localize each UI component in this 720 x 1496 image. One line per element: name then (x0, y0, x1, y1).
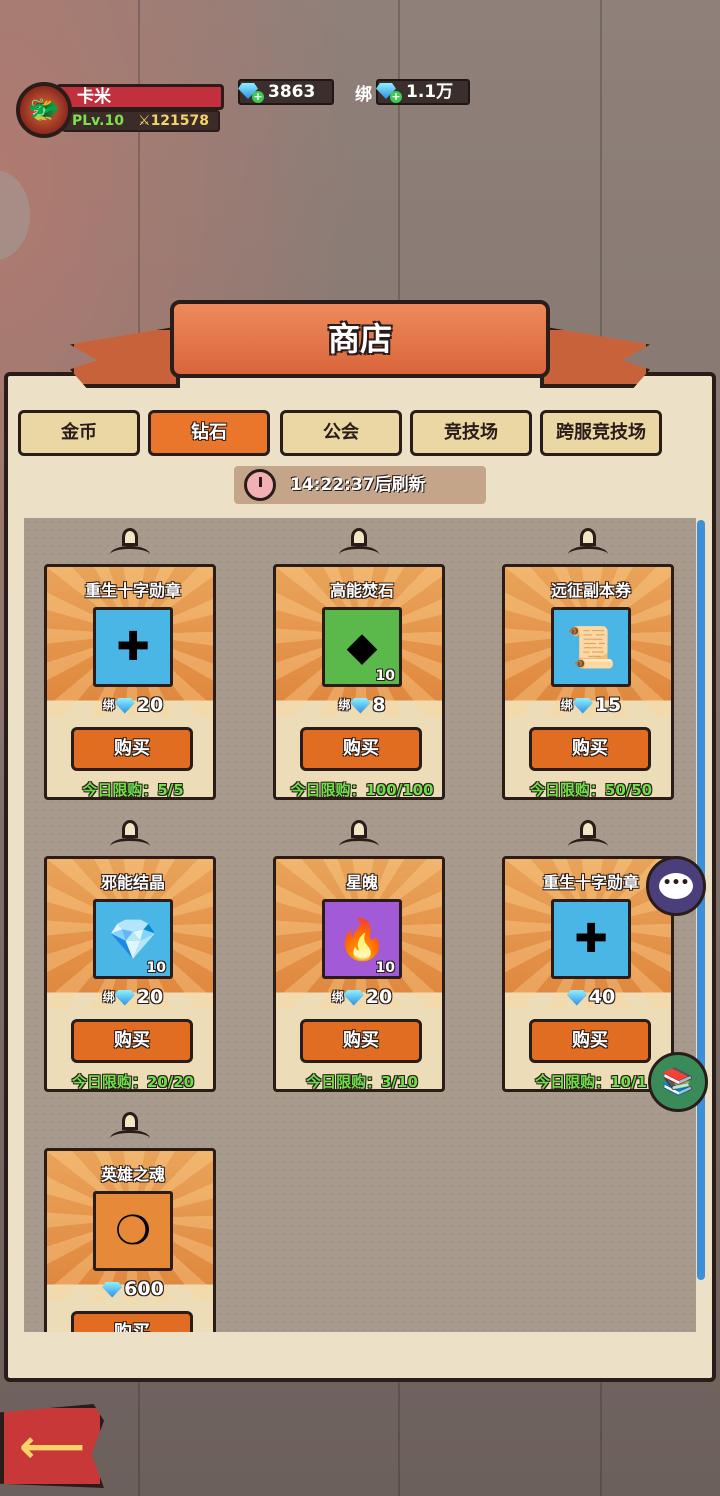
item-quantity: 10 (375, 960, 395, 976)
diamond-icon (115, 990, 135, 1006)
item-board: 星魄 🔥 10 绑 20 购买今日限购：3/10 (273, 856, 445, 1092)
tab-1[interactable]: 钻石 (148, 410, 270, 456)
item-board: 邪能结晶 💎 10 绑 20 购买今日限购：20/20 (44, 856, 216, 1092)
bound-prefix: 绑 (331, 990, 344, 1004)
diamond-amount: 3863 (268, 82, 316, 102)
shop-item-card[interactable]: 重生十字勋章 ✚ 绑 20 购买今日限购：5/5 (44, 528, 216, 806)
item-name: 重生十字勋章 (84, 581, 181, 600)
add-bound-diamond-icon[interactable]: + (390, 91, 402, 103)
chat-icon: ••• (659, 873, 693, 899)
clock-icon (244, 469, 276, 501)
item-board: 远征副本券 📜 绑 15 购买今日限购：50/50 (502, 564, 674, 800)
item-price: 绑 20 (331, 986, 393, 1008)
daily-limit: 今日限购：50/50 (529, 781, 653, 799)
hanger-hook (568, 528, 608, 562)
chat-button[interactable]: ••• (646, 856, 706, 916)
item-price: 绑8 (338, 694, 386, 716)
buy-button[interactable]: 购买 (71, 1311, 193, 1332)
player-level: PLv.10 (72, 113, 124, 129)
diamond-icon (350, 698, 370, 714)
diamond-icon (567, 990, 587, 1006)
shop-item-card[interactable]: 远征副本券 📜 绑 15 购买今日限购：50/50 (502, 528, 674, 806)
item-board: 重生十字勋章 ✚ 绑 20 购买今日限购：5/5 (44, 564, 216, 800)
ticket-icon: 📜 (551, 607, 631, 687)
bound-diamond-counter[interactable]: + 1.1万 (376, 79, 470, 105)
buy-button[interactable]: 购买 (529, 727, 651, 771)
crystal-icon: 💎 10 (93, 899, 173, 979)
bound-label: 绑 (355, 85, 372, 105)
cross-medal-icon: ✚ (93, 607, 173, 687)
diamond-icon (344, 990, 364, 1006)
bound-prefix: 绑 (338, 698, 351, 712)
item-name: 英雄之魂 (100, 1165, 165, 1184)
item-price: 600 (47, 1277, 213, 1301)
hanger-hook (110, 1112, 150, 1146)
daily-limit: 今日限购：5/5 (82, 781, 184, 799)
tab-2[interactable]: 公会 (280, 410, 402, 456)
item-name: 高能焚石 (329, 581, 394, 600)
diamond-icon (102, 1282, 122, 1298)
hero-soul-icon: ❍ (93, 1191, 173, 1271)
item-price: 40 (505, 985, 671, 1009)
item-quantity: 10 (146, 960, 166, 976)
add-diamond-icon[interactable]: + (252, 91, 264, 103)
player-name: 卡米 (56, 84, 224, 110)
back-button[interactable]: ⟵ (0, 1404, 104, 1488)
books-icon: 📚 (661, 1067, 695, 1097)
buy-button[interactable]: 购买 (71, 1019, 193, 1063)
buy-button[interactable]: 购买 (71, 727, 193, 771)
hanger-hook (110, 528, 150, 562)
shop-item-card[interactable]: 邪能结晶 💎 10 绑 20 购买今日限购：20/20 (44, 820, 216, 1098)
tab-3[interactable]: 竞技场 (410, 410, 532, 456)
daily-limit: 今日限购：100/100 (290, 781, 434, 799)
hanger-hook (568, 820, 608, 854)
player-avatar[interactable]: 🐲 (16, 82, 72, 138)
daily-limit: 今日限购：3/10 (306, 1073, 418, 1091)
tab-4[interactable]: 跨服竞技场 (540, 410, 662, 456)
shop-item-card[interactable]: 星魄 🔥 10 绑 20 购买今日限购：3/10 (273, 820, 445, 1098)
buy-button[interactable]: 购买 (300, 727, 422, 771)
item-name: 远征副本券 (550, 581, 631, 600)
diamond-icon (115, 698, 135, 714)
tab-0[interactable]: 金币 (18, 410, 140, 456)
books-button[interactable]: 📚 (648, 1052, 708, 1112)
daily-limit: 今日限购：20/20 (71, 1073, 195, 1091)
bound-prefix: 绑 (102, 990, 115, 1004)
item-name: 星魄 (345, 873, 378, 892)
buy-button[interactable]: 购买 (529, 1019, 651, 1063)
hanger-hook (339, 820, 379, 854)
hanger-hook (339, 528, 379, 562)
cross-medal-icon: ✚ (551, 899, 631, 979)
bound-prefix: 绑 (102, 698, 115, 712)
shop-item-card[interactable]: 英雄之魂 ❍ 600 购买 (44, 1112, 216, 1332)
item-board: 英雄之魂 ❍ 600 购买 (44, 1148, 216, 1332)
star-soul-icon: 🔥 10 (322, 899, 402, 979)
hanger-hook (110, 820, 150, 854)
item-quantity: 10 (375, 668, 395, 684)
player-power: ⚔121578 (138, 113, 210, 129)
refresh-timer: 14:22:37后刷新 (234, 466, 486, 504)
diamond-counter[interactable]: + 3863 (238, 79, 334, 105)
refresh-text: 14:22:37后刷新 (290, 475, 426, 495)
item-price: 绑 15 (560, 694, 622, 716)
item-name: 邪能结晶 (100, 873, 165, 892)
item-grid[interactable]: 重生十字勋章 ✚ 绑 20 购买 今日限购：5/5 高能焚石 ◆ 10 绑 8 购买 今日限购：100/… (24, 518, 696, 1332)
item-board: 高能焚石 ◆ 10 绑 8 购买今日限购：100/100 (273, 564, 445, 800)
diamond-icon (573, 698, 593, 714)
back-arrow-icon: ⟵ (19, 1419, 85, 1473)
shop-title: 商店 (170, 300, 550, 378)
buy-button[interactable]: 购买 (300, 1019, 422, 1063)
fire-stone-icon: ◆ 10 (322, 607, 402, 687)
item-price: 绑 20 (102, 986, 164, 1008)
bound-prefix: 绑 (560, 698, 573, 712)
item-price: 绑 20 (102, 694, 164, 716)
shop-item-card[interactable]: 高能焚石 ◆ 10 绑 8 购买今日限购：100/100 (273, 528, 445, 806)
bound-diamond-amount: 1.1万 (406, 82, 454, 102)
player-level-bar: PLv.10 ⚔121578 (62, 110, 220, 132)
